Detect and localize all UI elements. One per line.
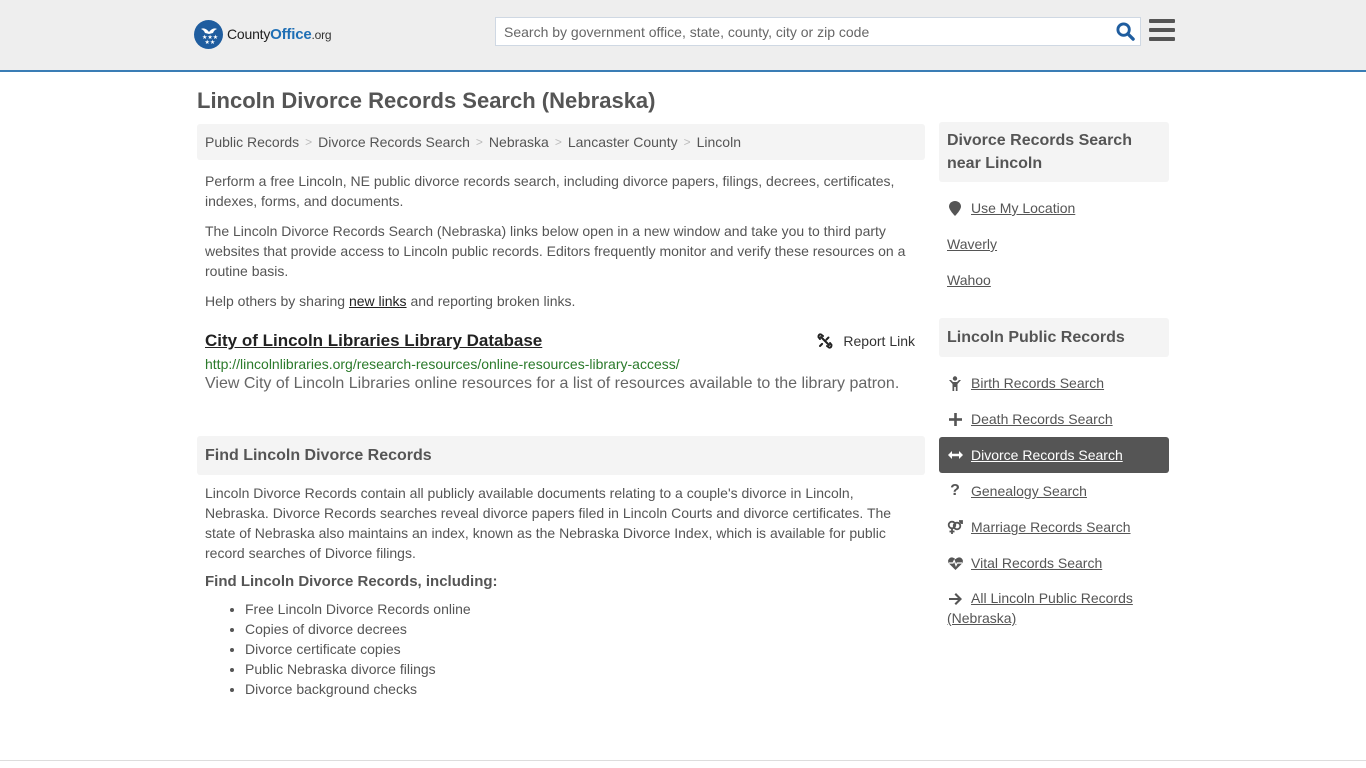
- nearby-header: Divorce Records Search near Lincoln: [939, 122, 1169, 182]
- sidebar-item-marriage-records[interactable]: Marriage Records Search: [939, 509, 1169, 545]
- report-link-button[interactable]: Report Link: [817, 333, 915, 349]
- menu-bar: [1149, 19, 1175, 23]
- breadcrumb-divorce-records-search[interactable]: Divorce Records Search: [318, 134, 470, 150]
- list-item: Free Lincoln Divorce Records online: [245, 599, 917, 619]
- sidebar-item-death-records[interactable]: Death Records Search: [939, 401, 1169, 437]
- sidebar-item-vital-records[interactable]: Vital Records Search: [939, 545, 1169, 581]
- heartbeat-icon: [947, 556, 963, 570]
- find-section-paragraph: Lincoln Divorce Records contain all publ…: [205, 485, 892, 561]
- search-input[interactable]: [496, 18, 1110, 45]
- child-icon: [947, 375, 963, 391]
- list-item: Copies of divorce decrees: [245, 619, 917, 639]
- public-records-list: Birth Records Search Death Records Searc…: [939, 365, 1169, 628]
- arrow-right-icon: [947, 593, 963, 606]
- page-title: Lincoln Divorce Records Search (Nebraska…: [197, 88, 656, 113]
- broken-link-icon: [817, 333, 833, 349]
- sidebar-item-birth-records[interactable]: Birth Records Search: [939, 365, 1169, 401]
- breadcrumb-separator: >: [475, 135, 483, 149]
- sidebar-link[interactable]: Marriage Records Search: [971, 519, 1131, 535]
- sidebar-link[interactable]: Divorce Records Search: [971, 447, 1123, 463]
- main-content: Public Records > Divorce Records Search …: [197, 124, 925, 699]
- breadcrumb-lancaster-county[interactable]: Lancaster County: [568, 134, 678, 150]
- hamburger-menu-button[interactable]: [1149, 19, 1175, 41]
- arrows-horizontal-icon: [947, 450, 963, 460]
- venus-mars-icon: [947, 519, 963, 535]
- sidebar-item-genealogy[interactable]: ? Genealogy Search: [939, 473, 1169, 509]
- find-section-list: Free Lincoln Divorce Records online Copi…: [205, 599, 917, 699]
- svg-text:★★: ★★: [204, 39, 215, 46]
- search-icon: [1115, 22, 1135, 41]
- menu-bar: [1149, 28, 1175, 32]
- breadcrumb-separator: >: [554, 135, 562, 149]
- sidebar: Divorce Records Search near Lincoln Use …: [939, 122, 1169, 628]
- breadcrumb-lincoln[interactable]: Lincoln: [697, 134, 741, 150]
- nearby-place-waverly[interactable]: Waverly: [939, 226, 1169, 262]
- site-logo[interactable]: ★★★ ★★ CountyOffice.org: [194, 20, 332, 49]
- breadcrumb-public-records[interactable]: Public Records: [205, 134, 299, 150]
- use-my-location-item[interactable]: Use My Location: [939, 190, 1169, 226]
- breadcrumb-separator: >: [683, 135, 691, 149]
- resource-description: View City of Lincoln Libraries online re…: [205, 375, 900, 392]
- nearby-place-wahoo[interactable]: Wahoo: [939, 262, 1169, 298]
- nearby-list: Use My Location Waverly Wahoo: [939, 190, 1169, 298]
- sidebar-item-all-public-records[interactable]: All Lincoln Public Records (Nebraska): [939, 581, 1169, 628]
- sidebar-link[interactable]: Birth Records Search: [971, 375, 1104, 391]
- eagle-stars-icon: ★★★ ★★: [194, 20, 223, 49]
- list-item: Divorce background checks: [245, 679, 917, 699]
- place-link[interactable]: Wahoo: [947, 272, 991, 288]
- sidebar-link[interactable]: Death Records Search: [971, 411, 1113, 427]
- intro-paragraph-3: Help others by sharing new links and rep…: [205, 291, 917, 311]
- new-links-link[interactable]: new links: [349, 293, 407, 309]
- plus-icon: [947, 412, 963, 426]
- footer-divider: [0, 760, 1366, 761]
- sidebar-link[interactable]: All Lincoln Public Records (Nebraska): [947, 590, 1133, 626]
- intro: Perform a free Lincoln, NE public divorc…: [197, 171, 925, 311]
- logo-text: CountyOffice.org: [227, 26, 332, 43]
- site-header: ★★★ ★★ CountyOffice.org: [0, 0, 1366, 72]
- breadcrumb-separator: >: [305, 135, 313, 149]
- resource-entry: City of Lincoln Libraries Library Databa…: [197, 331, 925, 393]
- intro-text: and reporting broken links.: [406, 293, 576, 309]
- use-my-location-link[interactable]: Use My Location: [971, 200, 1075, 216]
- breadcrumb: Public Records > Divorce Records Search …: [197, 124, 925, 160]
- search-box: [495, 17, 1141, 46]
- map-marker-icon: [947, 200, 963, 216]
- sidebar-link[interactable]: Genealogy Search: [971, 483, 1087, 499]
- public-records-header: Lincoln Public Records: [939, 318, 1169, 357]
- breadcrumb-nebraska[interactable]: Nebraska: [489, 134, 549, 150]
- intro-paragraph-1: Perform a free Lincoln, NE public divorc…: [205, 173, 895, 209]
- resource-title-link[interactable]: City of Lincoln Libraries Library Databa…: [205, 331, 542, 351]
- intro-paragraph-2: The Lincoln Divorce Records Search (Nebr…: [205, 223, 906, 279]
- intro-text: Help others by sharing: [205, 293, 349, 309]
- find-section-body: Lincoln Divorce Records contain all publ…: [197, 483, 925, 699]
- resource-url[interactable]: http://lincolnlibraries.org/research-res…: [205, 356, 917, 372]
- menu-bar: [1149, 37, 1175, 41]
- find-section-subheading: Find Lincoln Divorce Records, including:: [205, 573, 498, 590]
- report-link-label: Report Link: [843, 333, 915, 349]
- find-section-header: Find Lincoln Divorce Records: [197, 436, 925, 475]
- sidebar-item-divorce-records[interactable]: Divorce Records Search: [939, 437, 1169, 473]
- question-icon: ?: [950, 482, 960, 499]
- list-item: Public Nebraska divorce filings: [245, 659, 917, 679]
- search-button[interactable]: [1110, 18, 1140, 45]
- list-item: Divorce certificate copies: [245, 639, 917, 659]
- sidebar-link[interactable]: Vital Records Search: [971, 555, 1102, 571]
- place-link[interactable]: Waverly: [947, 236, 997, 252]
